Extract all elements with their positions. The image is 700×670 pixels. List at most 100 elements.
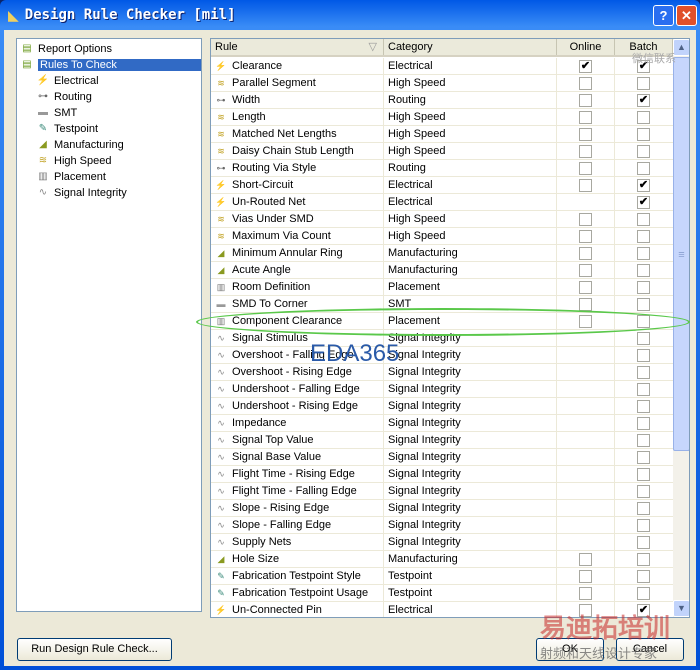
batch-checkbox[interactable] <box>637 536 650 549</box>
table-row[interactable]: ≋ Parallel Segment High Speed <box>211 75 673 92</box>
table-row[interactable]: ▥ Component Clearance Placement <box>211 313 673 330</box>
online-checkbox[interactable] <box>579 247 592 260</box>
online-checkbox[interactable] <box>579 213 592 226</box>
batch-checkbox[interactable] <box>637 434 650 447</box>
online-checkbox[interactable] <box>579 570 592 583</box>
batch-checkbox[interactable] <box>637 451 650 464</box>
table-row[interactable]: ⚡ Short-Circuit Electrical ✔ <box>211 177 673 194</box>
online-checkbox[interactable] <box>579 587 592 600</box>
table-row[interactable]: ≋ Matched Net Lengths High Speed <box>211 126 673 143</box>
table-row[interactable]: ∿ Slope - Falling Edge Signal Integrity <box>211 517 673 534</box>
batch-checkbox[interactable] <box>637 485 650 498</box>
table-row[interactable]: ∿ Signal Top Value Signal Integrity <box>211 432 673 449</box>
batch-checkbox[interactable] <box>637 332 650 345</box>
batch-checkbox[interactable] <box>637 315 650 328</box>
table-row[interactable]: ≋ Length High Speed <box>211 109 673 126</box>
table-row[interactable]: ∿ Slope - Rising Edge Signal Integrity <box>211 500 673 517</box>
batch-checkbox[interactable] <box>637 213 650 226</box>
online-checkbox[interactable] <box>579 264 592 277</box>
table-row[interactable]: ≋ Daisy Chain Stub Length High Speed <box>211 143 673 160</box>
batch-checkbox[interactable] <box>637 111 650 124</box>
table-row[interactable]: ∿ Flight Time - Falling Edge Signal Integr… <box>211 483 673 500</box>
tree-item-smt[interactable]: ▬ SMT <box>35 105 77 121</box>
table-row[interactable]: ∿ Signal Stimulus Signal Integrity <box>211 330 673 347</box>
online-checkbox[interactable]: ✔ <box>579 60 592 73</box>
online-checkbox[interactable] <box>579 315 592 328</box>
batch-checkbox[interactable] <box>637 502 650 515</box>
online-checkbox[interactable] <box>579 145 592 158</box>
online-checkbox[interactable] <box>579 281 592 294</box>
batch-checkbox[interactable] <box>637 230 650 243</box>
table-row[interactable]: ⚡ Un-Connected Pin Electrical ✔ <box>211 602 673 617</box>
tree-item-electrical[interactable]: ⚡ Electrical <box>35 73 99 89</box>
batch-checkbox[interactable] <box>637 417 650 430</box>
batch-checkbox[interactable] <box>637 400 650 413</box>
batch-checkbox[interactable] <box>637 77 650 90</box>
batch-checkbox[interactable]: ✔ <box>637 196 650 209</box>
tree-item-signal-integrity[interactable]: ∿ Signal Integrity <box>35 185 127 201</box>
table-row[interactable]: ∿ Undershoot - Rising Edge Signal Integrit… <box>211 398 673 415</box>
batch-checkbox[interactable] <box>637 587 650 600</box>
batch-checkbox[interactable]: ✔ <box>637 60 650 73</box>
table-row[interactable]: ∿ Overshoot - Falling Edge Signal Integrit… <box>211 347 673 364</box>
table-row[interactable]: ≋ Maximum Via Count High Speed <box>211 228 673 245</box>
vertical-scrollbar[interactable]: ▲ ≡ ▼ <box>673 39 689 617</box>
batch-checkbox[interactable]: ✔ <box>637 604 650 617</box>
batch-checkbox[interactable] <box>637 553 650 566</box>
table-row[interactable]: ✎ Fabrication Testpoint Style Testpoint <box>211 568 673 585</box>
run-drc-button[interactable]: Run Design Rule Check... <box>17 638 172 661</box>
batch-checkbox[interactable] <box>637 281 650 294</box>
tree-item-rules-to-check[interactable]: ▤ Rules To Check <box>19 57 201 73</box>
online-checkbox[interactable] <box>579 230 592 243</box>
tree-item-testpoint[interactable]: ✎ Testpoint <box>35 121 98 137</box>
table-row[interactable]: ▬ SMD To Corner SMT <box>211 296 673 313</box>
cancel-button[interactable]: Cancel <box>616 638 684 661</box>
column-header-online[interactable]: Online <box>557 39 615 55</box>
title-bar[interactable]: ◣ Design Rule Checker [mil] ? ✕ <box>0 0 700 30</box>
table-row[interactable]: ◢ Minimum Annular Ring Manufacturing <box>211 245 673 262</box>
table-row[interactable]: ▥ Room Definition Placement <box>211 279 673 296</box>
online-checkbox[interactable] <box>579 111 592 124</box>
batch-checkbox[interactable] <box>637 162 650 175</box>
online-checkbox[interactable] <box>579 162 592 175</box>
table-row[interactable]: ≋ Vias Under SMD High Speed <box>211 211 673 228</box>
batch-checkbox[interactable] <box>637 349 650 362</box>
tree-item-report-options[interactable]: ▤ Report Options <box>19 41 112 57</box>
table-row[interactable]: ◢ Hole Size Manufacturing <box>211 551 673 568</box>
scroll-thumb[interactable]: ≡ <box>673 57 689 451</box>
batch-checkbox[interactable]: ✔ <box>637 94 650 107</box>
tree-item-placement[interactable]: ▥ Placement <box>35 169 106 185</box>
table-row[interactable]: ∿ Undershoot - Falling Edge Signal Integri… <box>211 381 673 398</box>
batch-checkbox[interactable] <box>637 570 650 583</box>
table-row[interactable]: ∿ Impedance Signal Integrity <box>211 415 673 432</box>
table-row[interactable]: ∿ Flight Time - Rising Edge Signal Integri… <box>211 466 673 483</box>
online-checkbox[interactable] <box>579 553 592 566</box>
batch-checkbox[interactable] <box>637 366 650 379</box>
column-header-category[interactable]: Category <box>384 39 557 55</box>
scroll-up-button[interactable]: ▲ <box>673 39 689 56</box>
batch-checkbox[interactable] <box>637 247 650 260</box>
close-button[interactable]: ✕ <box>676 5 697 26</box>
batch-checkbox[interactable] <box>637 128 650 141</box>
tree-item-manufacturing[interactable]: ◢ Manufacturing <box>35 137 124 153</box>
table-row[interactable]: ∿ Overshoot - Rising Edge Signal Integrity <box>211 364 673 381</box>
online-checkbox[interactable] <box>579 179 592 192</box>
online-checkbox[interactable] <box>579 77 592 90</box>
batch-checkbox[interactable] <box>637 383 650 396</box>
table-row[interactable]: ∿ Signal Base Value Signal Integrity <box>211 449 673 466</box>
tree-item-high-speed[interactable]: ≋ High Speed <box>35 153 112 169</box>
batch-checkbox[interactable] <box>637 298 650 311</box>
online-checkbox[interactable] <box>579 604 592 617</box>
table-row[interactable]: ✎ Fabrication Testpoint Usage Testpoint <box>211 585 673 602</box>
help-button[interactable]: ? <box>653 5 674 26</box>
table-row[interactable]: ⚡ Un-Routed Net Electrical ✔ <box>211 194 673 211</box>
batch-checkbox[interactable] <box>637 468 650 481</box>
table-row[interactable]: ⊶ Routing Via Style Routing <box>211 160 673 177</box>
ok-button[interactable]: OK <box>536 638 604 661</box>
online-checkbox[interactable] <box>579 298 592 311</box>
online-checkbox[interactable] <box>579 94 592 107</box>
column-header-batch[interactable]: Batch <box>615 39 673 55</box>
batch-checkbox[interactable] <box>637 264 650 277</box>
batch-checkbox[interactable] <box>637 519 650 532</box>
batch-checkbox[interactable]: ✔ <box>637 179 650 192</box>
